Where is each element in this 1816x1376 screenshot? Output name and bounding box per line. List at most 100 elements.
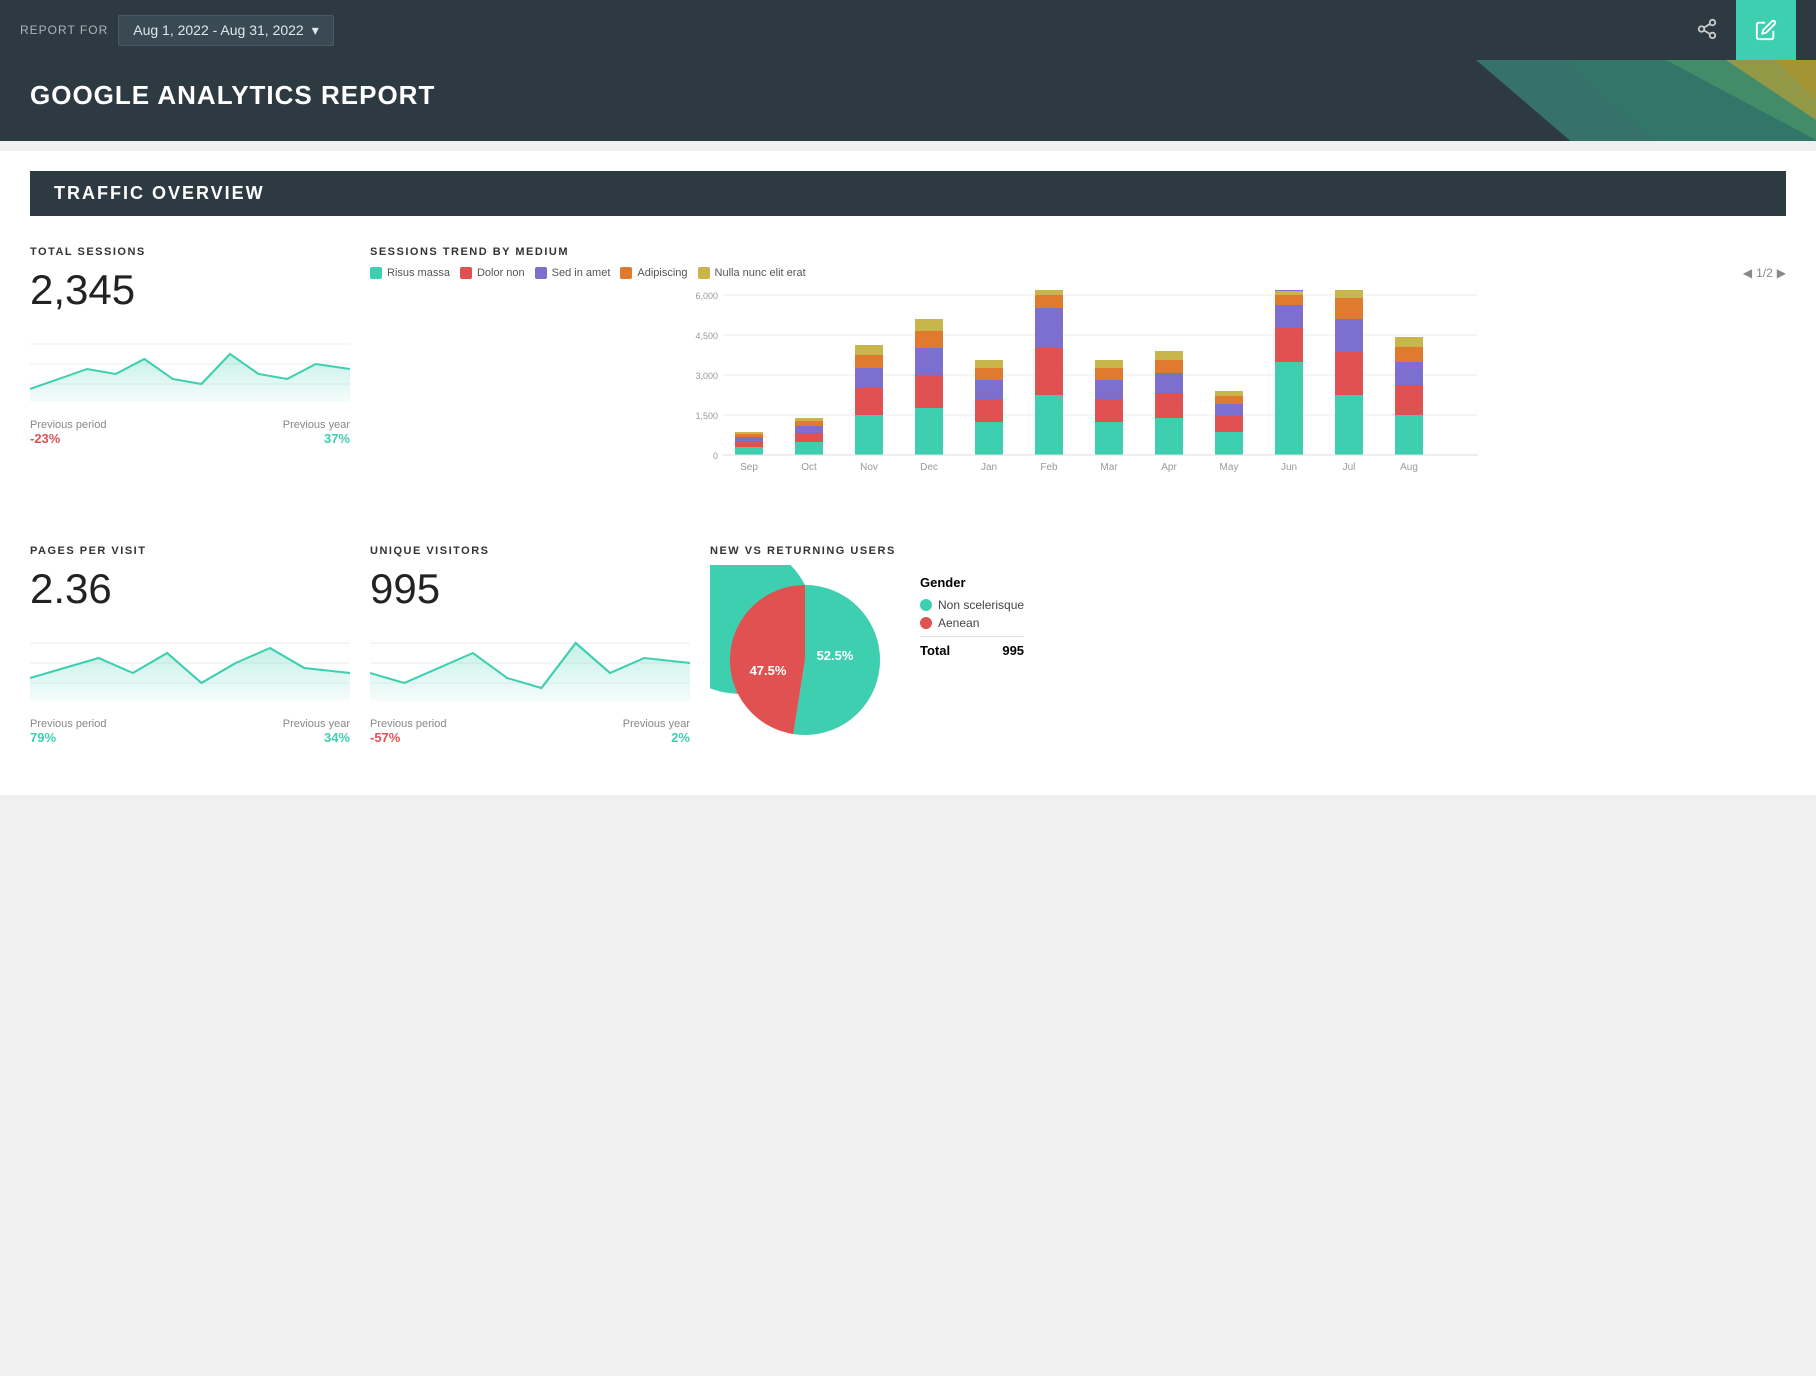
pages-prev-period-value: 79% bbox=[30, 730, 106, 745]
gender-total-value: 995 bbox=[1002, 643, 1024, 658]
legend-label-1: Dolor non bbox=[477, 267, 525, 279]
traffic-overview-header: TRAFFIC OVERVIEW bbox=[30, 171, 1786, 216]
svg-text:1,500: 1,500 bbox=[695, 411, 718, 421]
sessions-prev-year-label: Previous year bbox=[283, 419, 350, 431]
pie-chart-area: 47.5% 52.5% Gender Non scelerisque Aenea… bbox=[710, 565, 1786, 755]
sessions-comparison: Previous period -23% Previous year 37% bbox=[30, 419, 350, 446]
share-button[interactable] bbox=[1678, 8, 1736, 53]
gender-name-1: Aenean bbox=[938, 616, 979, 630]
svg-text:0: 0 bbox=[713, 451, 718, 461]
sessions-trend-card: SESSIONS TREND BY MEDIUM Risus massa Dol… bbox=[370, 236, 1786, 515]
chevron-down-icon: ▾ bbox=[312, 22, 319, 39]
legend-label-4: Nulla nunc elit erat bbox=[715, 267, 806, 279]
pagination-indicator: 1/2 bbox=[1756, 266, 1773, 280]
pages-prev-year: Previous year 34% bbox=[283, 718, 350, 745]
gender-total-label: Total bbox=[920, 643, 950, 658]
sessions-bar-chart: 6,000 4,500 3,000 1,500 0 bbox=[370, 290, 1786, 500]
share-icon bbox=[1696, 18, 1718, 40]
sessions-prev-period-value: -23% bbox=[30, 431, 106, 446]
legend-label-0: Risus massa bbox=[387, 267, 450, 279]
sessions-prev-year-value: 37% bbox=[283, 431, 350, 446]
top-metrics-grid: TOTAL SESSIONS 2,345 Previous period bbox=[30, 236, 1786, 515]
legend-label-3: Adipiscing bbox=[637, 267, 687, 279]
unique-visitors-label: UNIQUE VISITORS bbox=[370, 545, 690, 557]
svg-text:Oct: Oct bbox=[801, 462, 817, 473]
gender-legend-item-1: Aenean bbox=[920, 616, 1024, 630]
svg-text:3,000: 3,000 bbox=[695, 371, 718, 381]
unique-visitors-value: 995 bbox=[370, 565, 690, 613]
pages-comparison: Previous period 79% Previous year 34% bbox=[30, 718, 350, 745]
pages-prev-year-value: 34% bbox=[283, 730, 350, 745]
legend-color-1 bbox=[460, 267, 472, 279]
gender-dot-0 bbox=[920, 599, 932, 611]
pie-label-red: 47.5% bbox=[750, 663, 787, 678]
svg-text:Mar: Mar bbox=[1100, 462, 1118, 473]
total-sessions-chart bbox=[30, 324, 350, 404]
legend-item-2: Sed in amet bbox=[535, 267, 611, 279]
total-sessions-value: 2,345 bbox=[30, 266, 350, 314]
sessions-prev-year: Previous year 37% bbox=[283, 419, 350, 446]
visitors-prev-year-label: Previous year bbox=[623, 718, 690, 730]
page-title: GOOGLE ANALYTICS REPORT bbox=[30, 80, 1786, 111]
gender-total: Total 995 bbox=[920, 636, 1024, 658]
svg-text:Nov: Nov bbox=[860, 462, 878, 473]
chart-pagination[interactable]: ◀ 1/2 ▶ bbox=[1743, 266, 1786, 280]
legend-label-2: Sed in amet bbox=[552, 267, 611, 279]
header-left: REPORT FOR Aug 1, 2022 - Aug 31, 2022 ▾ bbox=[20, 15, 334, 46]
legend-item-0: Risus massa bbox=[370, 267, 450, 279]
main-content: TRAFFIC OVERVIEW TOTAL SESSIONS 2,345 bbox=[0, 151, 1816, 795]
pie-label-teal: 52.5% bbox=[817, 648, 854, 663]
title-section: GOOGLE ANALYTICS REPORT bbox=[0, 60, 1816, 141]
visitors-prev-period: Previous period -57% bbox=[370, 718, 446, 745]
svg-text:Feb: Feb bbox=[1040, 462, 1058, 473]
pages-per-visit-value: 2.36 bbox=[30, 565, 350, 613]
total-sessions-card: TOTAL SESSIONS 2,345 Previous period bbox=[30, 236, 350, 515]
pages-prev-year-label: Previous year bbox=[283, 718, 350, 730]
visitors-prev-year-value: 2% bbox=[623, 730, 690, 745]
gender-dot-1 bbox=[920, 617, 932, 629]
legend-item-4: Nulla nunc elit erat bbox=[698, 267, 806, 279]
date-range-selector[interactable]: Aug 1, 2022 - Aug 31, 2022 ▾ bbox=[118, 15, 334, 46]
pages-per-visit-label: PAGES PER VISIT bbox=[30, 545, 350, 557]
pages-prev-period-label: Previous period bbox=[30, 718, 106, 730]
legend-item-3: Adipiscing bbox=[620, 267, 687, 279]
svg-text:6,000: 6,000 bbox=[695, 291, 718, 301]
new-vs-returning-label: NEW VS RETURNING USERS bbox=[710, 545, 1786, 557]
svg-text:Jul: Jul bbox=[1343, 462, 1356, 473]
gender-legend-title: Gender bbox=[920, 575, 1024, 590]
visitors-prev-period-label: Previous period bbox=[370, 718, 446, 730]
sessions-prev-period: Previous period -23% bbox=[30, 419, 106, 446]
visitors-prev-period-value: -57% bbox=[370, 730, 446, 745]
pages-prev-period: Previous period 79% bbox=[30, 718, 106, 745]
edit-button[interactable] bbox=[1736, 0, 1796, 60]
svg-text:Dec: Dec bbox=[920, 462, 938, 473]
header: REPORT FOR Aug 1, 2022 - Aug 31, 2022 ▾ bbox=[0, 0, 1816, 60]
report-for-label: REPORT FOR bbox=[20, 23, 108, 37]
bottom-metrics-grid: PAGES PER VISIT 2.36 Previous period bbox=[30, 535, 1786, 765]
legend-color-4 bbox=[698, 267, 710, 279]
visitors-prev-year: Previous year 2% bbox=[623, 718, 690, 745]
sessions-prev-period-label: Previous period bbox=[30, 419, 106, 431]
gender-legend-item-0: Non scelerisque bbox=[920, 598, 1024, 612]
legend-color-3 bbox=[620, 267, 632, 279]
svg-text:Jun: Jun bbox=[1281, 462, 1297, 473]
pages-per-visit-chart bbox=[30, 623, 350, 703]
sessions-trend-label: SESSIONS TREND BY MEDIUM bbox=[370, 246, 1786, 258]
next-page-icon[interactable]: ▶ bbox=[1777, 266, 1786, 280]
svg-text:Sep: Sep bbox=[740, 462, 758, 473]
visitors-comparison: Previous period -57% Previous year 2% bbox=[370, 718, 690, 745]
edit-icon bbox=[1755, 19, 1777, 41]
prev-page-icon[interactable]: ◀ bbox=[1743, 266, 1752, 280]
gender-name-0: Non scelerisque bbox=[938, 598, 1024, 612]
unique-visitors-chart bbox=[370, 623, 690, 703]
pages-per-visit-card: PAGES PER VISIT 2.36 Previous period bbox=[30, 535, 350, 765]
svg-text:Aug: Aug bbox=[1400, 462, 1418, 473]
legend-color-2 bbox=[535, 267, 547, 279]
legend-item-1: Dolor non bbox=[460, 267, 525, 279]
pie-chart: 47.5% 52.5% bbox=[710, 565, 900, 755]
unique-visitors-card: UNIQUE VISITORS 995 Previous period bbox=[370, 535, 690, 765]
new-vs-returning-card: NEW VS RETURNING USERS bbox=[710, 535, 1786, 765]
date-range-value: Aug 1, 2022 - Aug 31, 2022 bbox=[133, 22, 303, 38]
svg-text:4,500: 4,500 bbox=[695, 331, 718, 341]
legend-color-0 bbox=[370, 267, 382, 279]
